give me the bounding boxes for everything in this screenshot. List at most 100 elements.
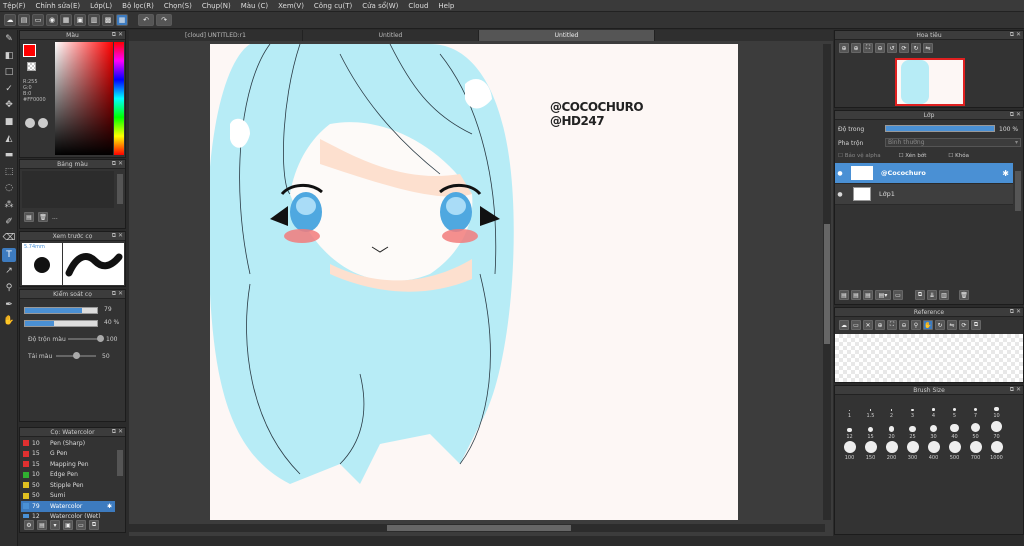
select-eraser-tool-icon[interactable]: ⌫	[2, 231, 16, 245]
layer-folder-icon[interactable]: ▭	[893, 290, 903, 300]
panel-buttons-icon[interactable]: ⧉ ✕	[112, 31, 123, 39]
saturation-field[interactable]	[55, 42, 113, 155]
color-picker-icon[interactable]	[38, 118, 48, 128]
duplicate-layer-icon[interactable]: ⧉	[915, 290, 925, 300]
reference-eyedropper-icon[interactable]: ⚲	[911, 320, 921, 330]
palette-scrollbar[interactable]	[117, 174, 123, 204]
menu-item[interactable]: Bộ lọc(R)	[122, 2, 154, 10]
lasso-tool-icon[interactable]: ◌	[2, 181, 16, 195]
gear-icon[interactable]: ✱	[1002, 169, 1009, 178]
menu-item[interactable]: Màu (C)	[241, 2, 268, 10]
redo-icon[interactable]: ↷	[156, 14, 172, 26]
open-icon[interactable]: ▦	[60, 14, 72, 26]
reference-cloud-icon[interactable]: ☁	[839, 320, 849, 330]
panel-buttons-icon[interactable]: ⧉ ✕	[1010, 386, 1021, 394]
tab-untitled-2[interactable]: Untitled	[479, 30, 655, 41]
menu-item[interactable]: Lớp(L)	[90, 2, 112, 10]
panel-buttons-icon[interactable]: ⧉ ✕	[112, 428, 123, 436]
brush-size-option[interactable]: 400	[923, 440, 944, 461]
visibility-icon[interactable]: ●	[835, 170, 845, 177]
comment-icon[interactable]: ◉	[46, 14, 58, 26]
secondary-color-swatch[interactable]	[27, 62, 36, 71]
primary-color-swatch[interactable]	[23, 44, 36, 57]
brush-size-option[interactable]: 1000	[986, 440, 1007, 461]
menu-item[interactable]: Xem(V)	[278, 2, 304, 10]
brush-size-slider[interactable]	[24, 307, 98, 314]
brush-size-option[interactable]: 5	[944, 398, 965, 419]
rotate-reset-icon[interactable]: ⟳	[899, 43, 909, 53]
layer-menu-icon[interactable]: ▤▾	[875, 290, 891, 300]
hue-slider[interactable]	[114, 42, 124, 155]
hand-tool-icon[interactable]: ✋	[2, 314, 16, 328]
pen-tool-icon[interactable]: ✒	[2, 298, 16, 312]
zoom-in-icon[interactable]: ⊕	[839, 43, 849, 53]
menu-item[interactable]: Help	[438, 2, 454, 10]
rotate-left-icon[interactable]: ↺	[887, 43, 897, 53]
brush-size-option[interactable]: 12	[839, 419, 860, 440]
layer-opacity-slider[interactable]	[885, 125, 995, 132]
panel-buttons-icon[interactable]: ⧉ ✕	[1010, 111, 1021, 119]
rectangle-tool-icon[interactable]: □	[2, 65, 16, 79]
operation-tool-icon[interactable]: ↗	[2, 264, 16, 278]
lock-checkbox[interactable]: ☐ Khóa	[948, 153, 969, 159]
menu-item[interactable]: Cửa sổ(W)	[362, 2, 398, 10]
menu-item[interactable]: Công cụ(T)	[314, 2, 352, 10]
delete-palette-icon[interactable]: 🗑	[38, 212, 48, 222]
new-layer-3-icon[interactable]: ▤	[863, 290, 873, 300]
drawing-canvas[interactable]: @COCOCHURO @HD247	[210, 44, 738, 520]
brush-size-option[interactable]: 700	[965, 440, 986, 461]
brush-settings-icon[interactable]: ⚙	[24, 520, 34, 530]
brush-list-item[interactable]: 79 Watercolor ✱	[21, 501, 115, 512]
panel-buttons-icon[interactable]: ⧉ ✕	[1010, 31, 1021, 39]
reference-copy-icon[interactable]: ⧉	[971, 320, 981, 330]
chat-icon[interactable]: ▭	[32, 14, 44, 26]
brush-size-option[interactable]: 3	[902, 398, 923, 419]
protect-alpha-checkbox[interactable]: ☐ Bảo vệ alpha	[838, 153, 881, 159]
brush-list-scrollbar[interactable]	[117, 450, 123, 476]
new-layer-2-icon[interactable]: ▤	[851, 290, 861, 300]
panel-buttons-icon[interactable]: ⧉ ✕	[112, 232, 123, 240]
reference-reset-icon[interactable]: ⟳	[959, 320, 969, 330]
panel-buttons-icon[interactable]: ⧉ ✕	[1010, 308, 1021, 316]
undo-icon[interactable]: ↶	[138, 14, 154, 26]
zoom-in-2-icon[interactable]: ⊕	[851, 43, 861, 53]
menu-item[interactable]: Chọn(S)	[164, 2, 192, 10]
check-tool-icon[interactable]: ✓	[2, 82, 16, 96]
brush-size-option[interactable]: 2	[881, 398, 902, 419]
brush-list-item[interactable]: 12 Watercolor (Wet)	[21, 512, 115, 518]
eraser-tool-icon[interactable]: ◧	[2, 49, 16, 63]
brush-list-item[interactable]: 10 Pen (Sharp)	[21, 438, 115, 449]
menu-item[interactable]: Cloud	[408, 2, 428, 10]
navigator-thumbnail[interactable]	[895, 58, 965, 106]
canvas-horizontal-scrollbar[interactable]	[129, 524, 825, 532]
brush-size-option[interactable]: 70	[986, 419, 1007, 440]
brush-list-item[interactable]: 50 Stipple Pen	[21, 480, 115, 491]
reference-hand-icon[interactable]: ✋	[923, 320, 933, 330]
gradient-tool-icon[interactable]: ▬	[2, 148, 16, 162]
reference-rotate-icon[interactable]: ↻	[935, 320, 945, 330]
brush-size-option[interactable]: 7	[965, 398, 986, 419]
visibility-icon[interactable]: ●	[835, 191, 845, 198]
brush-size-option[interactable]: 25	[902, 419, 923, 440]
brush-size-option[interactable]: 40	[944, 419, 965, 440]
brush-menu-icon[interactable]: ▾	[50, 520, 60, 530]
fill-rect-tool-icon[interactable]: ■	[2, 115, 16, 129]
reference-zoom-in-icon[interactable]: ⊕	[875, 320, 885, 330]
brush-list-item[interactable]: 15 Mapping Pen	[21, 459, 115, 470]
palette-swatches-area[interactable]	[22, 171, 114, 208]
canvas-vertical-scrollbar[interactable]	[823, 44, 831, 520]
reference-open-icon[interactable]: ▭	[851, 320, 861, 330]
brush-list-item[interactable]: 50 Sumi	[21, 491, 115, 502]
zoom-fit-icon[interactable]: ⛶	[863, 43, 873, 53]
brush-size-option[interactable]: 1.5	[860, 398, 881, 419]
brush-size-option[interactable]: 500	[944, 440, 965, 461]
brush-duplicate-icon[interactable]: ⧉	[89, 520, 99, 530]
layer-row[interactable]: ● Lớp1	[835, 184, 1013, 205]
menu-item[interactable]: Chỉnh sửa(E)	[36, 2, 81, 10]
reference-zoom-out-icon[interactable]: ⊖	[899, 320, 909, 330]
new-palette-icon[interactable]: ▤	[24, 212, 34, 222]
gear-icon[interactable]: ✱	[107, 503, 112, 510]
select-pen-tool-icon[interactable]: ✐	[2, 215, 16, 229]
brush-list-item[interactable]: 15 G Pen	[21, 449, 115, 460]
grid-icon[interactable]: ▩	[102, 14, 114, 26]
